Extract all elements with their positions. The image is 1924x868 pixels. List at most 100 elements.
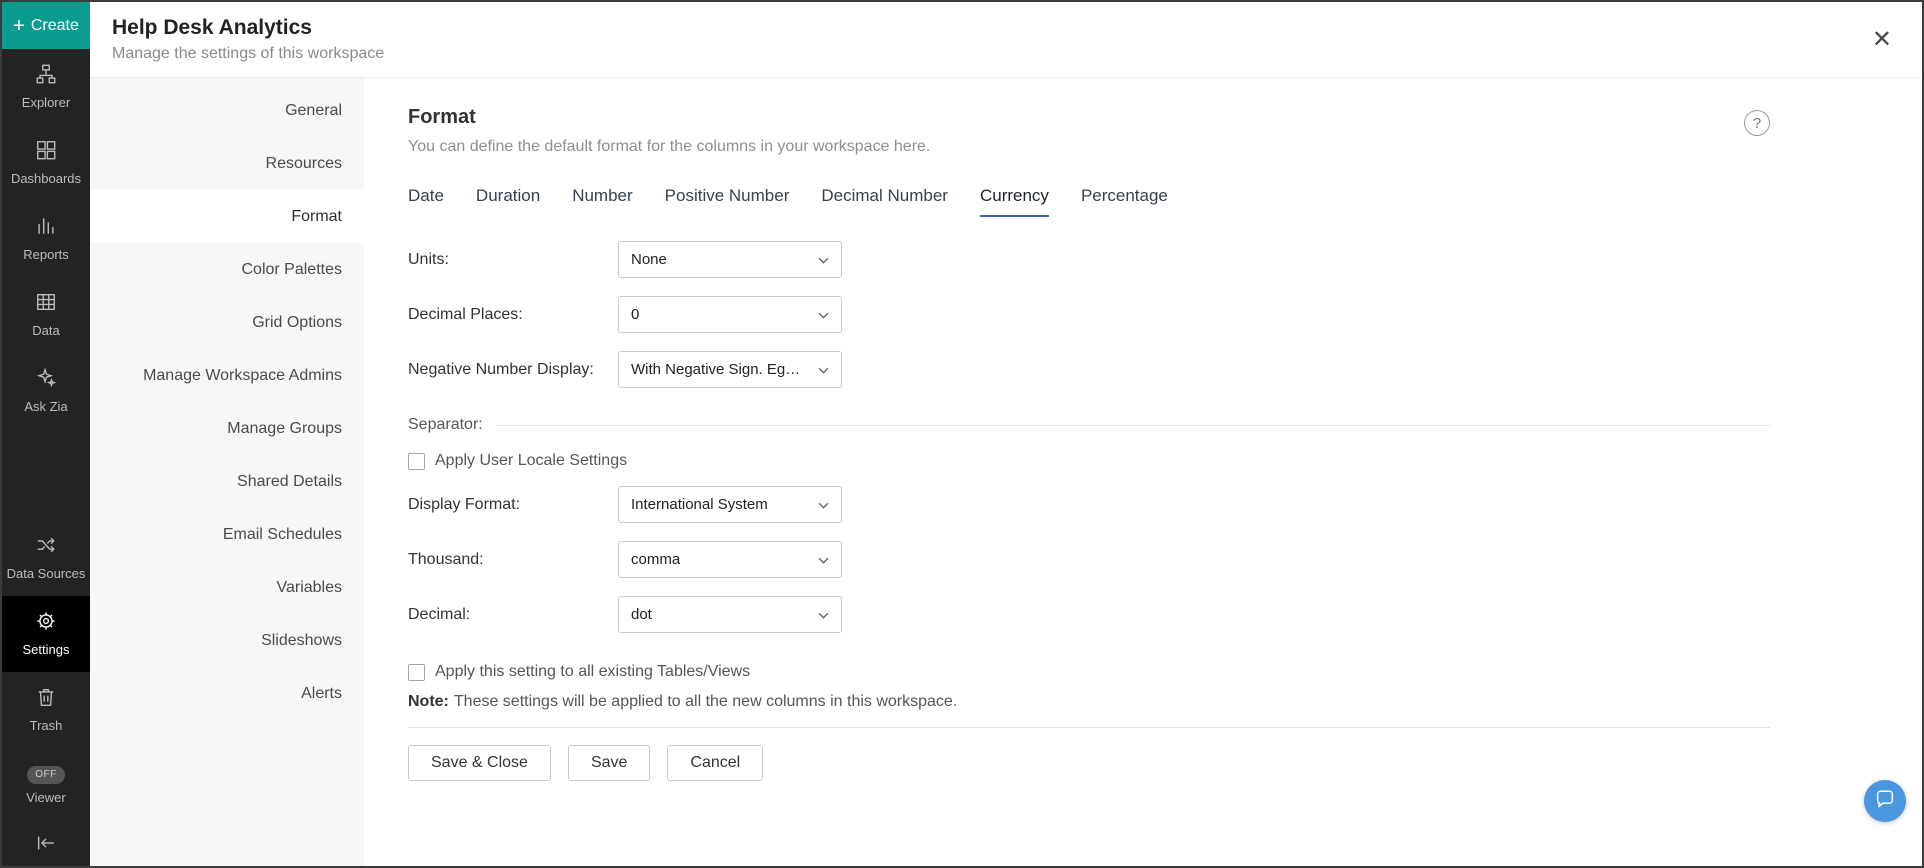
currency-format-form: Units: None Decimal Places: 0 — [408, 241, 1770, 781]
note-body: These settings will be applied to all th… — [454, 693, 957, 710]
viewer-off-toggle[interactable]: OFF — [27, 766, 65, 784]
sidebar-item-label: Dashboards — [11, 172, 81, 187]
sidebar-collapse-button[interactable] — [2, 824, 90, 866]
sidebar-item-label: Ask Zia — [24, 400, 67, 415]
thousand-select[interactable]: comma — [618, 541, 842, 578]
decimal-places-row: Decimal Places: 0 — [408, 296, 1770, 333]
tab-positive-number[interactable]: Positive Number — [665, 186, 790, 217]
content-row: General Resources Format Color Palettes … — [90, 78, 1922, 866]
decimal-selected-value: dot — [631, 606, 652, 623]
separator-label: Separator: — [408, 416, 483, 434]
settings-nav-item-general[interactable]: General — [90, 84, 364, 137]
chevron-down-icon — [818, 361, 829, 378]
tab-date[interactable]: Date — [408, 186, 444, 217]
format-panel: Format You can define the default format… — [364, 78, 1922, 866]
workspace-header: Help Desk Analytics Manage the settings … — [90, 2, 1922, 78]
sidebar-item-settings[interactable]: Settings — [2, 596, 90, 672]
note-label: Note: — [408, 693, 449, 710]
create-button[interactable]: + Create — [2, 2, 90, 49]
sidebar-item-label: Data — [32, 324, 59, 339]
section-title: Format — [408, 106, 930, 129]
sidebar-item-ask-zia[interactable]: Ask Zia — [2, 353, 90, 429]
negative-number-display-row: Negative Number Display: With Negative S… — [408, 351, 1770, 388]
cancel-button[interactable]: Cancel — [667, 745, 763, 781]
apply-user-locale-checkbox[interactable] — [408, 453, 425, 470]
settings-nav-item-email-schedules[interactable]: Email Schedules — [90, 508, 364, 561]
display-format-label: Display Format: — [408, 496, 618, 514]
negative-number-display-select[interactable]: With Negative Sign. Eg: -... — [618, 351, 842, 388]
sidebar-item-label: Data Sources — [7, 567, 86, 582]
display-format-selected-value: International System — [631, 496, 768, 513]
settings-nav-item-manage-groups[interactable]: Manage Groups — [90, 402, 364, 455]
settings-icon — [35, 610, 57, 636]
sidebar-item-explorer[interactable]: Explorer — [2, 49, 90, 125]
settings-nav-item-manage-workspace-admins[interactable]: Manage Workspace Admins — [90, 349, 364, 402]
form-divider — [408, 727, 1770, 728]
apply-all-checkbox[interactable] — [408, 664, 425, 681]
apply-user-locale-label[interactable]: Apply User Locale Settings — [435, 452, 627, 470]
workspace-titles: Help Desk Analytics Manage the settings … — [112, 16, 384, 63]
sidebar-item-label: Explorer — [22, 96, 70, 111]
sidebar-item-reports[interactable]: Reports — [2, 201, 90, 277]
sidebar-item-viewer[interactable]: OFF Viewer — [2, 748, 90, 824]
tab-percentage[interactable]: Percentage — [1081, 186, 1168, 217]
help-icon[interactable]: ? — [1744, 110, 1770, 136]
settings-nav-item-format[interactable]: Format — [90, 190, 364, 243]
workspace-settings-window: + Create Explorer Dashboards Reports — [0, 0, 1924, 868]
display-format-select[interactable]: International System — [618, 486, 842, 523]
settings-nav-item-grid-options[interactable]: Grid Options — [90, 296, 364, 349]
units-selected-value: None — [631, 251, 667, 268]
decimal-places-label: Decimal Places: — [408, 306, 618, 324]
chevron-down-icon — [818, 606, 829, 623]
settings-nav-item-alerts[interactable]: Alerts — [90, 667, 364, 720]
sidebar-item-label: Settings — [23, 643, 70, 658]
save-button[interactable]: Save — [568, 745, 650, 781]
thousand-selected-value: comma — [631, 551, 680, 568]
tab-number[interactable]: Number — [572, 186, 632, 217]
apply-user-locale-row: Apply User Locale Settings — [408, 452, 1770, 470]
sidebar-item-trash[interactable]: Trash — [2, 672, 90, 748]
main-column: Help Desk Analytics Manage the settings … — [90, 2, 1922, 866]
section-description: You can define the default format for th… — [408, 138, 930, 156]
sidebar-item-data-sources[interactable]: Data Sources — [2, 520, 90, 596]
chevron-down-icon — [818, 496, 829, 513]
sidebar-item-dashboards[interactable]: Dashboards — [2, 125, 90, 201]
format-tabs: Date Duration Number Positive Number Dec… — [408, 186, 1770, 217]
units-select[interactable]: None — [618, 241, 842, 278]
sidebar-item-label: Reports — [23, 248, 69, 263]
decimal-select[interactable]: dot — [618, 596, 842, 633]
settings-nav-item-shared-details[interactable]: Shared Details — [90, 455, 364, 508]
decimal-places-select[interactable]: 0 — [618, 296, 842, 333]
apply-all-row: Apply this setting to all existing Table… — [408, 663, 1770, 681]
tab-decimal-number[interactable]: Decimal Number — [821, 186, 948, 217]
app-sidebar: + Create Explorer Dashboards Reports — [2, 2, 90, 866]
ask-zia-icon — [35, 367, 57, 393]
negative-number-selected-value: With Negative Sign. Eg: -... — [631, 361, 803, 378]
settings-nav-item-color-palettes[interactable]: Color Palettes — [90, 243, 364, 296]
display-format-row: Display Format: International System — [408, 486, 1770, 523]
decimal-label: Decimal: — [408, 606, 618, 624]
sidebar-item-label: Viewer — [26, 791, 66, 806]
settings-nav-item-resources[interactable]: Resources — [90, 137, 364, 190]
close-icon[interactable]: ✕ — [1868, 24, 1896, 56]
units-row: Units: None — [408, 241, 1770, 278]
settings-nav-item-variables[interactable]: Variables — [90, 561, 364, 614]
sidebar-item-data[interactable]: Data — [2, 277, 90, 353]
page-subtitle: Manage the settings of this workspace — [112, 45, 384, 63]
settings-nav-item-slideshows[interactable]: Slideshows — [90, 614, 364, 667]
tab-duration[interactable]: Duration — [476, 186, 540, 217]
sidebar-item-label: Trash — [30, 719, 63, 734]
save-and-close-button[interactable]: Save & Close — [408, 745, 551, 781]
tab-currency[interactable]: Currency — [980, 186, 1049, 217]
units-label: Units: — [408, 251, 618, 269]
apply-all-label[interactable]: Apply this setting to all existing Table… — [435, 663, 750, 681]
collapse-arrow-icon — [35, 832, 57, 859]
thousand-label: Thousand: — [408, 551, 618, 569]
page-title: Help Desk Analytics — [112, 16, 384, 40]
explorer-icon — [35, 63, 57, 89]
chat-support-button[interactable] — [1864, 780, 1906, 822]
data-icon — [35, 291, 57, 317]
decimal-places-selected-value: 0 — [631, 306, 639, 323]
note-text: Note: These settings will be applied to a… — [408, 693, 1770, 711]
trash-icon — [35, 686, 57, 712]
